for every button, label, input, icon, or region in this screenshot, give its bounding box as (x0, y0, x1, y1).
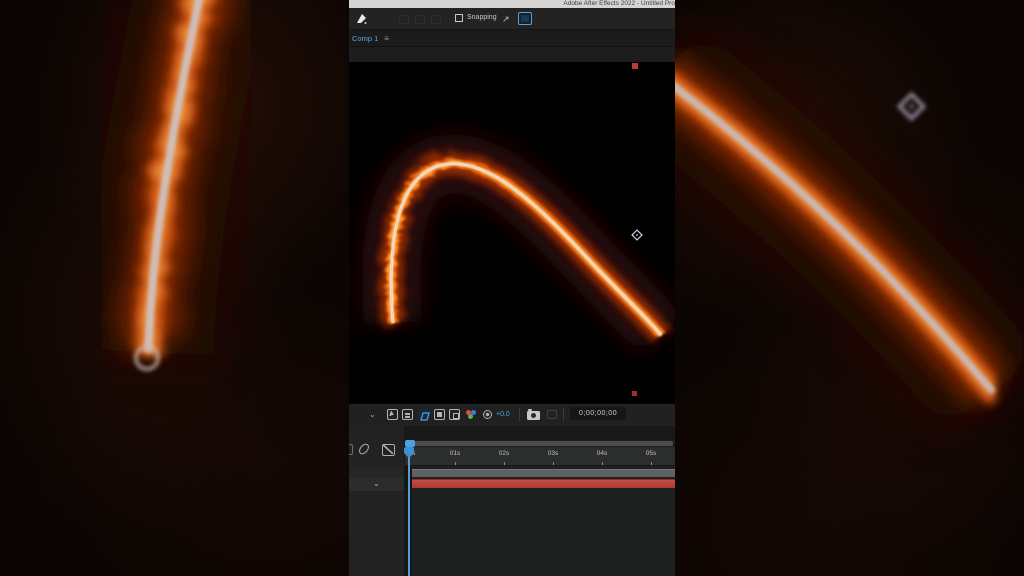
separator (519, 408, 520, 421)
anchor-point-icon (899, 94, 923, 118)
ruler-tick (455, 462, 456, 465)
right-blur-panel (675, 0, 1024, 576)
ruler-label-05s: 05s (646, 450, 656, 458)
playhead-line[interactable] (408, 447, 410, 576)
snapshot-camera-icon[interactable] (527, 411, 540, 420)
layer-row-header[interactable]: ⌄ (349, 478, 404, 491)
graph-editor-icon[interactable] (382, 444, 395, 456)
anchor-point-icon[interactable] (632, 230, 642, 240)
separator (563, 408, 564, 421)
ruler-tick (651, 462, 652, 465)
ruler-tick (504, 462, 505, 465)
timeline-left-column (349, 426, 404, 576)
exposure-value[interactable]: +0.0 (496, 410, 510, 420)
timeline-panel: 0s 01s 02s 03s 04s 05s ⌄ (349, 426, 675, 576)
workspace-bounds-icon[interactable] (518, 12, 532, 25)
tab-comp-1[interactable]: Comp 1 ≡ (352, 34, 389, 44)
magnification-chevron-icon[interactable]: ⌄ (369, 409, 376, 421)
channels-icon[interactable] (466, 410, 478, 420)
layer-handle-top[interactable] (632, 63, 638, 69)
ruler-label-03s: 03s (548, 450, 558, 458)
row-chevron-icon[interactable]: ⌄ (373, 479, 380, 489)
after-effects-window: Adobe After Effects 2022 - Untitled Proj… (349, 0, 675, 576)
exposure-icon[interactable] (483, 410, 492, 419)
left-blur-panel (0, 0, 349, 576)
left-fire-streak (0, 0, 349, 576)
mask-visibility-icon[interactable] (418, 409, 431, 420)
video-frame: { "window": { "title": "Adobe After Effe… (0, 0, 1024, 576)
timecode-display[interactable]: 0;00;00;00 (570, 407, 626, 420)
tools-toolbar: Snapping ↗ (349, 8, 675, 30)
snapping-label: Snapping (467, 13, 497, 23)
comp-tab-label: Comp 1 (352, 34, 378, 44)
panel-menu-icon[interactable]: ≡ (384, 34, 389, 44)
layer-duration-bar[interactable] (412, 479, 675, 488)
eraser-tool-icon[interactable] (431, 15, 441, 24)
clipped-toggle-icon[interactable] (349, 444, 353, 455)
window-title: Adobe After Effects 2022 - Untitled Proj… (563, 0, 675, 8)
clone-stamp-tool-icon[interactable] (415, 15, 425, 24)
timeline-navigator-bar[interactable] (405, 441, 673, 446)
viewer-top-gap (349, 47, 675, 62)
layer-handle-bottom[interactable] (632, 391, 637, 396)
show-snapshot-icon[interactable] (547, 410, 557, 419)
ruler-label-04s: 04s (597, 450, 607, 458)
snapping-control[interactable]: Snapping (455, 13, 497, 23)
resolution-icon[interactable] (402, 409, 413, 420)
work-area-bar[interactable] (412, 469, 675, 477)
ruler-tick (602, 462, 603, 465)
navigator-handle[interactable] (405, 440, 415, 447)
ruler-label-01s: 01s (450, 450, 460, 458)
pen-tool-icon[interactable] (355, 12, 368, 25)
ruler-label-02s: 02s (499, 450, 509, 458)
viewer-bottom-toolbar: ⌄ +0.0 0;00;00;00 (349, 403, 675, 426)
region-of-interest-icon[interactable] (434, 409, 445, 420)
window-titlebar: Adobe After Effects 2022 - Untitled Proj… (349, 0, 675, 8)
view-options-icon[interactable] (387, 409, 398, 420)
ruler-tick (553, 462, 554, 465)
right-fire-streak (675, 0, 1024, 576)
share-arrow-icon[interactable]: ↗ (502, 14, 510, 24)
composition-viewer[interactable] (349, 62, 675, 403)
panel-tab-row: Comp 1 ≡ (349, 31, 675, 47)
snapping-checkbox[interactable] (455, 14, 463, 22)
layer-info-row (349, 468, 404, 478)
time-ruler[interactable] (405, 447, 675, 466)
fire-arc-layer (349, 62, 675, 403)
transparency-grid-icon[interactable] (449, 409, 460, 420)
brush-tool-icon[interactable] (399, 15, 409, 24)
